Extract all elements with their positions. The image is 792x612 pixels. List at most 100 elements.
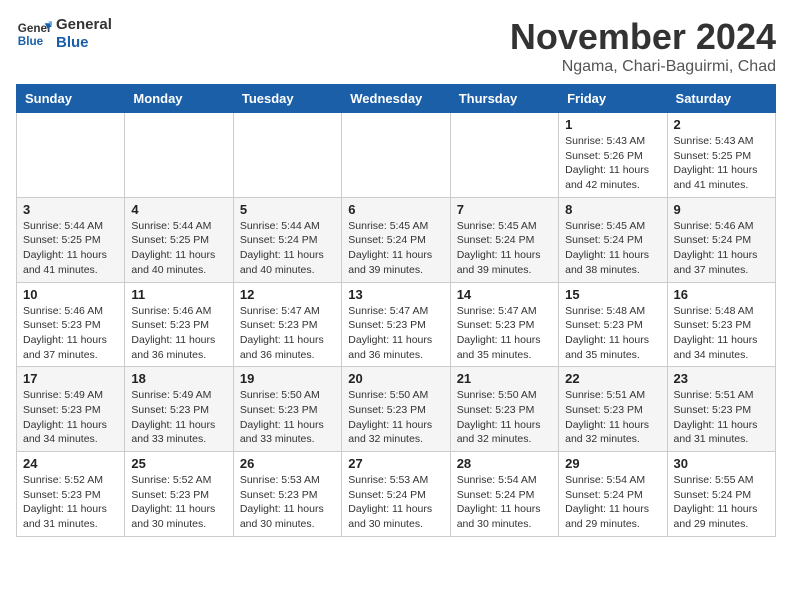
calendar-week-row: 1Sunrise: 5:43 AM Sunset: 5:26 PM Daylig… (17, 113, 776, 198)
day-info: Sunrise: 5:46 AM Sunset: 5:23 PM Dayligh… (23, 304, 118, 363)
day-number: 1 (565, 117, 660, 132)
day-number: 16 (674, 287, 769, 302)
day-number: 5 (240, 202, 335, 217)
day-info: Sunrise: 5:43 AM Sunset: 5:25 PM Dayligh… (674, 134, 769, 193)
calendar: SundayMondayTuesdayWednesdayThursdayFrid… (16, 84, 776, 537)
day-number: 15 (565, 287, 660, 302)
day-info: Sunrise: 5:48 AM Sunset: 5:23 PM Dayligh… (674, 304, 769, 363)
calendar-cell: 10Sunrise: 5:46 AM Sunset: 5:23 PM Dayli… (17, 282, 125, 367)
day-info: Sunrise: 5:49 AM Sunset: 5:23 PM Dayligh… (23, 388, 118, 447)
day-number: 4 (131, 202, 226, 217)
day-info: Sunrise: 5:52 AM Sunset: 5:23 PM Dayligh… (131, 473, 226, 532)
day-number: 27 (348, 456, 443, 471)
calendar-cell (125, 113, 233, 198)
weekday-header-row: SundayMondayTuesdayWednesdayThursdayFrid… (17, 85, 776, 113)
title-area: November 2024 Ngama, Chari-Baguirmi, Cha… (510, 16, 776, 76)
calendar-cell: 13 Sunrise: 5:47 AM Sunset: 5:23 PM Dayli… (342, 282, 450, 367)
day-number: 30 (674, 456, 769, 471)
day-info: Sunrise: 5:44 AM Sunset: 5:24 PM Dayligh… (240, 219, 335, 278)
day-info: Sunrise: 5:44 AM Sunset: 5:25 PM Dayligh… (23, 219, 118, 278)
calendar-cell: 2 Sunrise: 5:43 AM Sunset: 5:25 PM Daylig… (667, 113, 775, 198)
page-header: General Blue General Blue November 2024 … (16, 16, 776, 76)
day-number: 19 (240, 371, 335, 386)
calendar-cell: 30 Sunrise: 5:55 AM Sunset: 5:24 PM Dayli… (667, 452, 775, 537)
day-info: Sunrise: 5:50 AM Sunset: 5:23 PM Dayligh… (348, 388, 443, 447)
calendar-cell: 14 Sunrise: 5:47 AM Sunset: 5:23 PM Dayli… (450, 282, 558, 367)
calendar-cell: 23 Sunrise: 5:51 AM Sunset: 5:23 PM Dayli… (667, 367, 775, 452)
day-info: Sunrise: 5:49 AM Sunset: 5:23 PM Dayligh… (131, 388, 226, 447)
day-info: Sunrise: 5:50 AM Sunset: 5:23 PM Dayligh… (457, 388, 552, 447)
calendar-cell: 15 Sunrise: 5:48 AM Sunset: 5:23 PM Dayli… (559, 282, 667, 367)
day-number: 2 (674, 117, 769, 132)
calendar-cell: 1Sunrise: 5:43 AM Sunset: 5:26 PM Daylig… (559, 113, 667, 198)
calendar-cell: 27 Sunrise: 5:53 AM Sunset: 5:24 PM Dayli… (342, 452, 450, 537)
day-number: 6 (348, 202, 443, 217)
day-info: Sunrise: 5:47 AM Sunset: 5:23 PM Dayligh… (348, 304, 443, 363)
day-info: Sunrise: 5:54 AM Sunset: 5:24 PM Dayligh… (565, 473, 660, 532)
weekday-header-cell: Saturday (667, 85, 775, 113)
day-number: 14 (457, 287, 552, 302)
weekday-header-cell: Sunday (17, 85, 125, 113)
day-info: Sunrise: 5:44 AM Sunset: 5:25 PM Dayligh… (131, 219, 226, 278)
calendar-cell (342, 113, 450, 198)
calendar-cell (233, 113, 341, 198)
location-title: Ngama, Chari-Baguirmi, Chad (510, 58, 776, 76)
calendar-cell: 8 Sunrise: 5:45 AM Sunset: 5:24 PM Daylig… (559, 197, 667, 282)
calendar-cell: 29 Sunrise: 5:54 AM Sunset: 5:24 PM Dayli… (559, 452, 667, 537)
calendar-cell: 21Sunrise: 5:50 AM Sunset: 5:23 PM Dayli… (450, 367, 558, 452)
calendar-cell: 7Sunrise: 5:45 AM Sunset: 5:24 PM Daylig… (450, 197, 558, 282)
day-info: Sunrise: 5:45 AM Sunset: 5:24 PM Dayligh… (565, 219, 660, 278)
day-info: Sunrise: 5:47 AM Sunset: 5:23 PM Dayligh… (457, 304, 552, 363)
day-info: Sunrise: 5:53 AM Sunset: 5:23 PM Dayligh… (240, 473, 335, 532)
day-number: 12 (240, 287, 335, 302)
logo-line2: Blue (56, 34, 112, 52)
calendar-cell: 19 Sunrise: 5:50 AM Sunset: 5:23 PM Dayli… (233, 367, 341, 452)
day-info: Sunrise: 5:46 AM Sunset: 5:24 PM Dayligh… (674, 219, 769, 278)
month-title: November 2024 (510, 16, 776, 58)
day-number: 18 (131, 371, 226, 386)
calendar-cell: 20Sunrise: 5:50 AM Sunset: 5:23 PM Dayli… (342, 367, 450, 452)
day-number: 23 (674, 371, 769, 386)
day-info: Sunrise: 5:52 AM Sunset: 5:23 PM Dayligh… (23, 473, 118, 532)
day-number: 8 (565, 202, 660, 217)
weekday-header-cell: Friday (559, 85, 667, 113)
calendar-cell: 16 Sunrise: 5:48 AM Sunset: 5:23 PM Dayli… (667, 282, 775, 367)
day-number: 25 (131, 456, 226, 471)
day-info: Sunrise: 5:50 AM Sunset: 5:23 PM Dayligh… (240, 388, 335, 447)
day-info: Sunrise: 5:54 AM Sunset: 5:24 PM Dayligh… (457, 473, 552, 532)
weekday-header-cell: Tuesday (233, 85, 341, 113)
day-number: 17 (23, 371, 118, 386)
calendar-cell: 11 Sunrise: 5:46 AM Sunset: 5:23 PM Dayli… (125, 282, 233, 367)
day-info: Sunrise: 5:55 AM Sunset: 5:24 PM Dayligh… (674, 473, 769, 532)
day-number: 29 (565, 456, 660, 471)
calendar-week-row: 10Sunrise: 5:46 AM Sunset: 5:23 PM Dayli… (17, 282, 776, 367)
day-info: Sunrise: 5:51 AM Sunset: 5:23 PM Dayligh… (674, 388, 769, 447)
calendar-cell: 3 Sunrise: 5:44 AM Sunset: 5:25 PM Daylig… (17, 197, 125, 282)
calendar-cell: 26Sunrise: 5:53 AM Sunset: 5:23 PM Dayli… (233, 452, 341, 537)
day-number: 11 (131, 287, 226, 302)
weekday-header-cell: Monday (125, 85, 233, 113)
day-number: 13 (348, 287, 443, 302)
day-number: 3 (23, 202, 118, 217)
calendar-week-row: 24 Sunrise: 5:52 AM Sunset: 5:23 PM Dayli… (17, 452, 776, 537)
calendar-cell: 5 Sunrise: 5:44 AM Sunset: 5:24 PM Daylig… (233, 197, 341, 282)
calendar-cell: 17 Sunrise: 5:49 AM Sunset: 5:23 PM Dayli… (17, 367, 125, 452)
weekday-header-cell: Thursday (450, 85, 558, 113)
weekday-header-cell: Wednesday (342, 85, 450, 113)
logo: General Blue General Blue (16, 16, 112, 52)
calendar-week-row: 17 Sunrise: 5:49 AM Sunset: 5:23 PM Dayli… (17, 367, 776, 452)
day-info: Sunrise: 5:46 AM Sunset: 5:23 PM Dayligh… (131, 304, 226, 363)
day-number: 24 (23, 456, 118, 471)
calendar-cell: 24 Sunrise: 5:52 AM Sunset: 5:23 PM Dayli… (17, 452, 125, 537)
day-info: Sunrise: 5:53 AM Sunset: 5:24 PM Dayligh… (348, 473, 443, 532)
day-number: 28 (457, 456, 552, 471)
calendar-cell: 18 Sunrise: 5:49 AM Sunset: 5:23 PM Dayli… (125, 367, 233, 452)
day-info: Sunrise: 5:51 AM Sunset: 5:23 PM Dayligh… (565, 388, 660, 447)
calendar-cell: 12Sunrise: 5:47 AM Sunset: 5:23 PM Dayli… (233, 282, 341, 367)
calendar-cell: 6Sunrise: 5:45 AM Sunset: 5:24 PM Daylig… (342, 197, 450, 282)
day-info: Sunrise: 5:48 AM Sunset: 5:23 PM Dayligh… (565, 304, 660, 363)
calendar-week-row: 3 Sunrise: 5:44 AM Sunset: 5:25 PM Daylig… (17, 197, 776, 282)
calendar-cell: 28 Sunrise: 5:54 AM Sunset: 5:24 PM Dayli… (450, 452, 558, 537)
logo-line1: General (56, 16, 112, 34)
calendar-cell: 4 Sunrise: 5:44 AM Sunset: 5:25 PM Daylig… (125, 197, 233, 282)
